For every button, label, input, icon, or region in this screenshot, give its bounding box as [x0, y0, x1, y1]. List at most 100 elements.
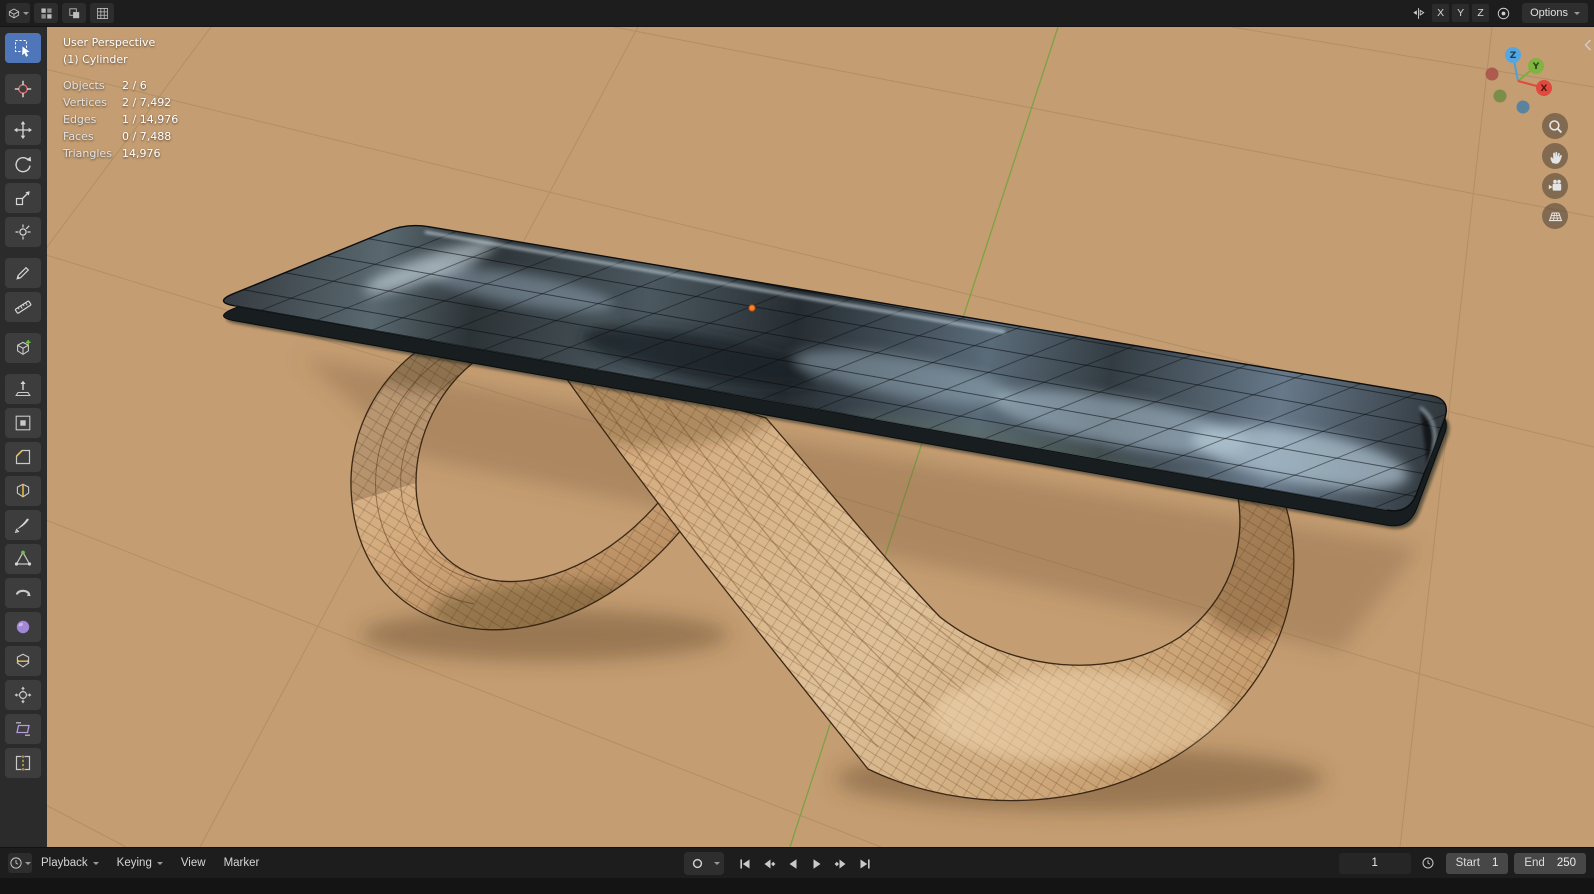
current-frame-field[interactable]: 1 — [1338, 852, 1411, 874]
end-label: End — [1524, 857, 1545, 869]
annotate-pen-icon — [16, 266, 30, 280]
start-frame-field[interactable]: Start 1 — [1445, 852, 1509, 874]
viewport-text-overlay: User Perspective (1) Cylinder Objects 2 … — [63, 34, 178, 159]
stat-label: Objects — [63, 79, 105, 92]
tool-move[interactable] — [5, 115, 41, 145]
blender-window: X Y Z Options User Perspective (1) Cylin… — [0, 0, 1594, 894]
tool-inset-faces[interactable] — [5, 408, 41, 438]
tool-rotate[interactable] — [5, 149, 41, 179]
timeline-bar: Playback Keying View Marker 1 Start 1 En… — [0, 847, 1594, 878]
stat-value: 1 / 14,976 — [122, 113, 179, 126]
viewport-canvas[interactable] — [0, 27, 1594, 847]
chevron-down-icon — [25, 861, 31, 865]
grid-2x2-icon — [40, 7, 52, 19]
timeline-editor-type-button[interactable] — [8, 853, 32, 873]
play-reverse-button[interactable] — [781, 852, 804, 875]
prev-keyframe-button[interactable] — [757, 852, 780, 875]
next-keyframe-button[interactable] — [829, 852, 852, 875]
hand-icon — [1550, 151, 1562, 164]
prev-keyframe-icon — [764, 859, 775, 868]
tool-add-cube[interactable] — [5, 333, 41, 363]
clock-icon — [10, 857, 22, 869]
tool-cursor[interactable] — [5, 74, 41, 104]
toggle-ortho-button[interactable] — [1542, 203, 1568, 229]
mirror-y-button[interactable]: Y — [1452, 4, 1470, 22]
jump-to-start-icon — [739, 859, 749, 868]
play-reverse-icon — [789, 858, 796, 869]
tool-knife[interactable] — [5, 510, 41, 540]
options-button[interactable]: Options — [1522, 3, 1588, 23]
spin-icon — [15, 589, 31, 597]
auto-keying-record-button[interactable] — [684, 852, 710, 875]
menu-marker[interactable]: Marker — [215, 848, 269, 878]
proportional-edit-button[interactable] — [1492, 3, 1514, 23]
tool-measure[interactable] — [5, 292, 41, 322]
tool-scale[interactable] — [5, 183, 41, 213]
gizmo-neg-x-ball[interactable] — [1485, 67, 1499, 81]
gizmo-neg-z-ball[interactable] — [1516, 100, 1530, 114]
tool-poly-build[interactable] — [5, 544, 41, 574]
shear-icon — [16, 722, 30, 736]
tool-spin[interactable] — [5, 578, 41, 608]
measure-ruler-icon — [14, 300, 32, 314]
preview-range-button[interactable] — [1417, 852, 1440, 875]
tool-edge-slide[interactable] — [5, 646, 41, 676]
gizmo-y-label: Y — [1532, 62, 1540, 72]
pan-button[interactable] — [1542, 143, 1568, 169]
tool-loop-cut[interactable] — [5, 476, 41, 506]
tool-shrink-fatten[interactable] — [5, 680, 41, 710]
chevron-down-icon — [23, 11, 29, 15]
gizmo-neg-y-ball[interactable] — [1493, 89, 1507, 103]
header-toggle-2[interactable] — [62, 3, 86, 23]
frame-range-fields: 1 Start 1 End 250 — [1338, 852, 1586, 875]
gizmo-z-label: Z — [1510, 51, 1517, 61]
header-toggle-1[interactable] — [34, 3, 58, 23]
tool-annotate[interactable] — [5, 258, 41, 288]
end-value: 250 — [1556, 857, 1576, 869]
chevron-down-icon — [714, 862, 720, 865]
editor-type-button[interactable] — [6, 3, 30, 23]
editor-type-grid-icon — [8, 8, 20, 19]
chevron-down-icon — [156, 861, 163, 865]
tool-shear[interactable] — [5, 714, 41, 744]
overlap-squares-icon — [68, 7, 79, 18]
auto-key-group — [684, 852, 724, 875]
start-label: Start — [1455, 857, 1480, 869]
cursor-icon — [14, 80, 32, 98]
scale-icon — [15, 191, 30, 206]
tool-extrude-region[interactable] — [5, 374, 41, 404]
camera-view-button[interactable] — [1542, 173, 1568, 199]
menu-view[interactable]: View — [172, 848, 215, 878]
stat-value: 2 / 7,492 — [122, 96, 172, 109]
perspective-grid-icon — [1548, 211, 1562, 221]
tool-smooth[interactable] — [5, 612, 41, 642]
tool-select-box[interactable] — [5, 33, 41, 63]
jump-to-end-button[interactable] — [853, 852, 876, 875]
end-frame-field[interactable]: End 250 — [1514, 852, 1586, 874]
statistics-overlay: Objects 2 / 6 Vertices 2 / 7,492 Edges 1… — [63, 80, 178, 159]
tool-shelf — [0, 27, 47, 847]
auto-keying-dropdown[interactable] — [710, 852, 724, 875]
camera-icon — [1548, 179, 1561, 191]
play-button[interactable] — [805, 852, 828, 875]
object-origin-dot[interactable] — [748, 304, 756, 312]
menu-playback[interactable]: Playback — [32, 848, 108, 878]
header-toggle-3[interactable] — [90, 3, 114, 23]
options-label: Options — [1530, 7, 1568, 19]
shrink-fatten-icon — [14, 686, 32, 704]
rip-region-icon — [15, 755, 31, 771]
chevron-down-icon — [92, 861, 99, 865]
jump-to-start-button[interactable] — [733, 852, 756, 875]
stat-value: 0 / 7,488 — [122, 130, 172, 143]
mirror-x-button[interactable]: X — [1432, 4, 1450, 22]
tool-rip-region[interactable] — [5, 748, 41, 778]
view-orientation-gizmo[interactable]: Z Y X — [1480, 37, 1560, 117]
sidebar-toggle-arrow[interactable] — [1584, 39, 1592, 54]
tool-bevel[interactable] — [5, 442, 41, 472]
menu-keying[interactable]: Keying — [108, 848, 172, 878]
stat-value: 2 / 6 — [122, 79, 147, 92]
mirror-z-button[interactable]: Z — [1472, 4, 1490, 22]
tool-transform[interactable] — [5, 217, 41, 247]
mirror-button[interactable] — [1407, 3, 1429, 23]
zoom-button[interactable] — [1542, 113, 1568, 139]
